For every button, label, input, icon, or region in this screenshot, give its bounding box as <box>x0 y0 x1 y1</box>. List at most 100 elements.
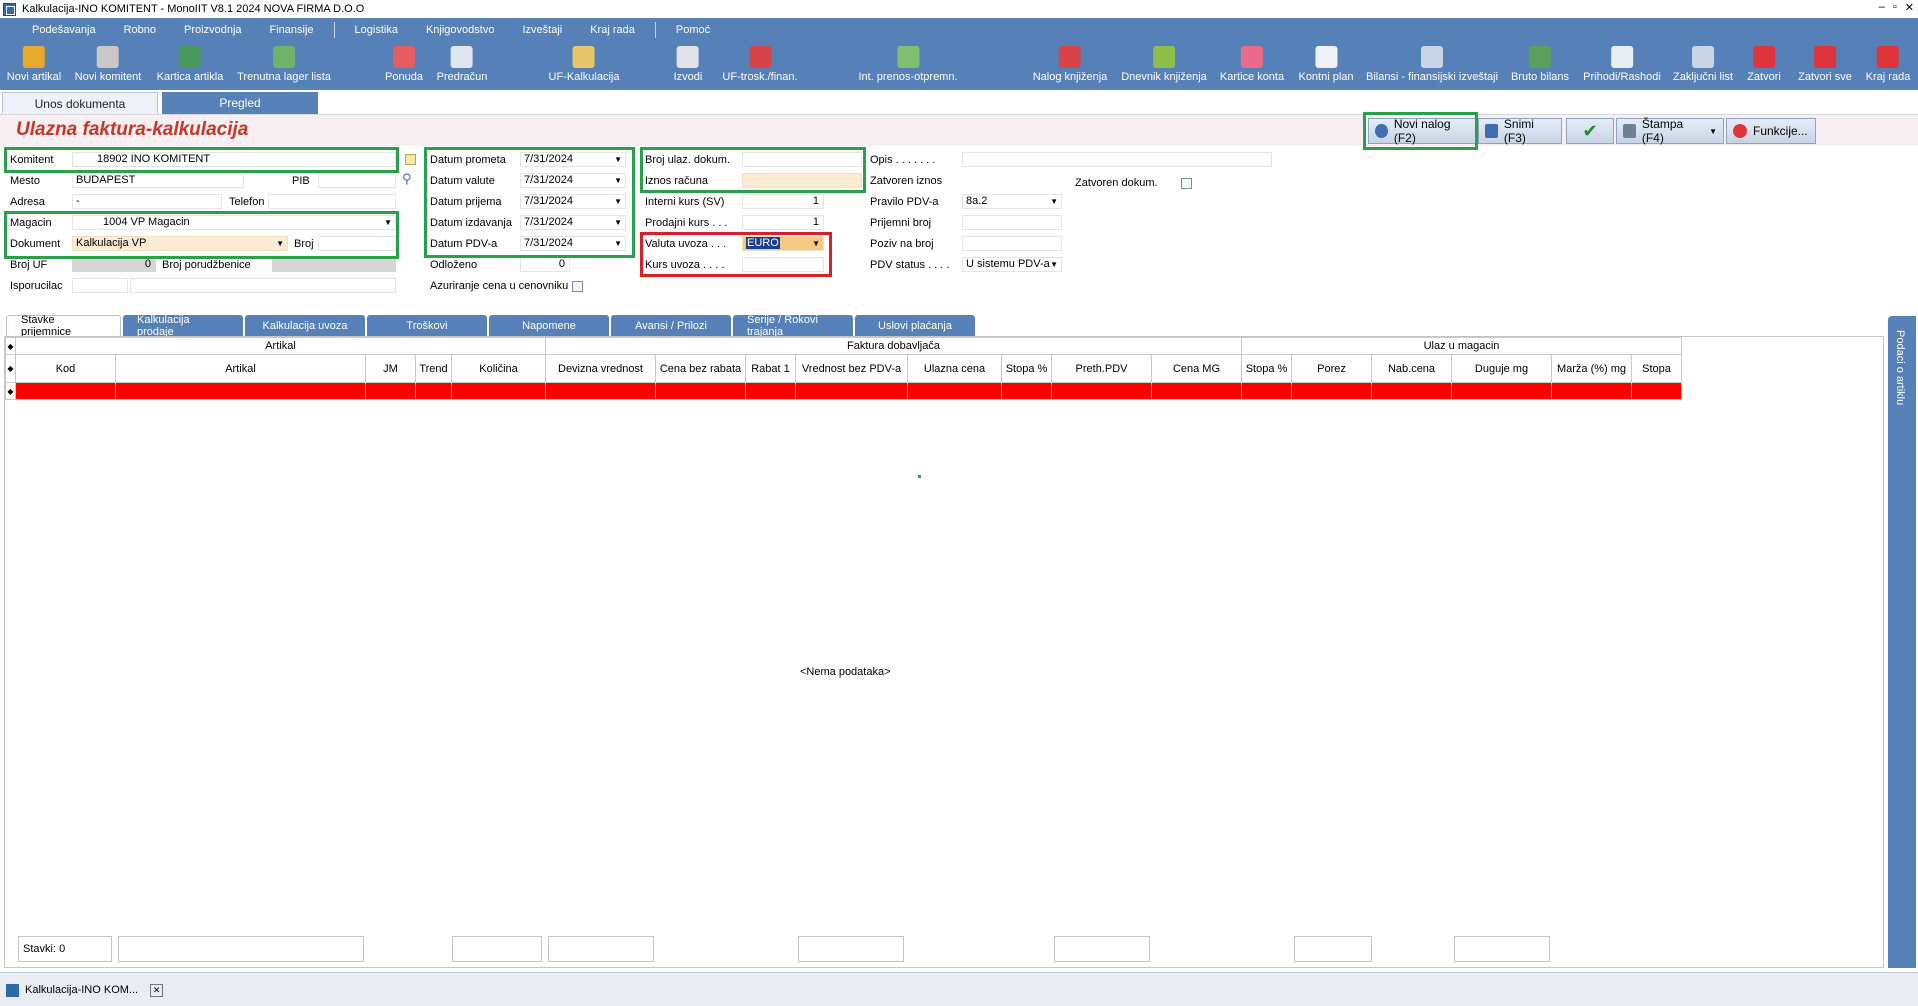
toolbar-new-client[interactable]: Novi komitent <box>75 46 141 83</box>
col-preth-pdv[interactable]: Preth.PDV <box>1051 354 1152 383</box>
col-artikal[interactable]: Artikal <box>115 354 366 383</box>
mesto-field[interactable]: BUDAPEST <box>72 173 244 188</box>
menu-knjigovodstvo[interactable]: Knjigovodstvo <box>412 24 509 36</box>
menu-finansije[interactable]: Finansije <box>256 24 328 36</box>
col-rabat[interactable]: Rabat 1 <box>745 354 796 383</box>
new-item-row[interactable]: ◆ <box>5 382 1682 400</box>
prijemni-broj-field[interactable] <box>962 215 1062 230</box>
dokument-select[interactable]: Kalkulacija VP ▼ <box>72 236 288 251</box>
search-icon[interactable]: ⚲ <box>402 171 412 187</box>
toolbar-exit[interactable]: Kraj rada <box>1866 46 1910 83</box>
toolbar-close-all[interactable]: Zatvori sve <box>1798 46 1852 83</box>
broj-uf-field[interactable]: 0 <box>72 257 156 272</box>
tab-troskovi[interactable]: Troškovi <box>367 315 487 336</box>
col-trend[interactable]: Trend <box>415 354 452 383</box>
valuta-uvoza-select[interactable]: EURO ▼ <box>742 236 824 251</box>
toolbar-proforma[interactable]: Predračun <box>437 46 487 83</box>
isporucilac-name-field[interactable] <box>130 278 396 293</box>
info-icon[interactable] <box>405 154 416 165</box>
pravilo-pdv-select[interactable]: 8a.2 ▼ <box>962 194 1062 209</box>
col-nab-cena[interactable]: Nab.cena <box>1371 354 1452 383</box>
menu-kraj-rada[interactable]: Kraj rada <box>576 24 649 36</box>
tab-napomene[interactable]: Napomene <box>489 315 609 336</box>
toolbar-transfer[interactable]: Int. prenos-otpremn. <box>858 46 958 83</box>
datum-prometa-field[interactable]: 7/31/2024 ▼ <box>520 152 626 167</box>
maximize-button[interactable]: ▫ <box>1893 1 1897 14</box>
tab-overview[interactable]: Pregled <box>162 92 318 114</box>
toolbar-income[interactable]: Prihodi/Rashodi <box>1583 46 1661 83</box>
toolbar-statements[interactable]: Izvodi <box>674 46 702 83</box>
close-tab-icon[interactable]: ✕ <box>150 983 164 997</box>
poziv-field[interactable] <box>962 236 1062 251</box>
datum-pdv-field[interactable]: 7/31/2024 ▼ <box>520 236 626 251</box>
close-window-button[interactable]: ✕ <box>1905 1 1914 14</box>
tab-entry[interactable]: Unos dokumenta <box>2 92 158 114</box>
toolbar-closing-sheet[interactable]: Zaključni list <box>1673 46 1733 83</box>
col-duguje-mg[interactable]: Duguje mg <box>1451 354 1552 383</box>
menu-proizvodnja[interactable]: Proizvodnja <box>170 24 255 36</box>
toolbar-item-card[interactable]: Kartica artikla <box>157 46 223 83</box>
print-button[interactable]: Štampa (F4) ▼ <box>1616 117 1724 145</box>
toolbar-posting[interactable]: Nalog knjiženja <box>1033 46 1107 83</box>
functions-button[interactable]: Funkcije... <box>1726 118 1816 144</box>
azuriranje-checkbox[interactable] <box>572 281 583 292</box>
menu-podesavanja[interactable]: Podešavanja <box>18 24 110 36</box>
toolbar-gross-balance[interactable]: Bruto bilans <box>1511 46 1569 83</box>
odlozeno-field[interactable]: 0 <box>520 257 570 272</box>
interni-kurs-field[interactable]: 1 <box>742 194 824 209</box>
tab-uslovi-placanja[interactable]: Uslovi plaćanja <box>855 315 975 336</box>
zatvoren-dokum-checkbox[interactable] <box>1181 178 1192 189</box>
broj-porudzbenice-field[interactable] <box>272 257 396 272</box>
col-kod[interactable]: Kod <box>15 354 116 383</box>
col-cena-bez-rabata[interactable]: Cena bez rabata <box>655 354 746 383</box>
adresa-field[interactable]: - <box>72 194 222 209</box>
datum-valute-field[interactable]: 7/31/2024 ▼ <box>520 173 626 188</box>
toolbar-balance[interactable]: Bilansi - finansijski izveštaji <box>1366 46 1498 83</box>
col-stopa-1[interactable]: Stopa % <box>1001 354 1052 383</box>
datum-prijema-field[interactable]: 7/31/2024 ▼ <box>520 194 626 209</box>
komitent-field[interactable]: 18902 INO KOMITENT <box>72 152 396 167</box>
broj-ulaz-field[interactable] <box>742 152 862 167</box>
item-details-side-tab[interactable]: Podaci o artiklu <box>1888 316 1916 968</box>
menu-robno[interactable]: Robno <box>110 24 170 36</box>
toolbar-journal[interactable]: Dnevnik knjiženja <box>1121 46 1207 83</box>
magacin-select[interactable]: 1004 VP Magacin ▼ <box>72 215 396 230</box>
confirm-button[interactable]: ✔ <box>1566 118 1614 144</box>
col-stopa-3[interactable]: Stopa <box>1631 354 1682 383</box>
toolbar-chart-of-accounts[interactable]: Kontni plan <box>1298 46 1354 83</box>
col-vrednost-bez-pdv[interactable]: Vrednost bez PDV-a <box>795 354 908 383</box>
minimize-button[interactable]: – <box>1879 1 1885 14</box>
toolbar-close[interactable]: Zatvori <box>1747 46 1781 83</box>
toolbar-offer[interactable]: Ponuda <box>385 46 423 83</box>
isporucilac-field[interactable] <box>72 278 128 293</box>
toolbar-new-item[interactable]: Novi artikal <box>7 46 61 83</box>
save-button[interactable]: Snimi (F3) <box>1478 117 1562 145</box>
tab-stavke[interactable]: Stavke prijemnice <box>6 314 121 338</box>
col-jm[interactable]: JM <box>365 354 416 383</box>
telefon-field[interactable] <box>268 194 396 209</box>
tab-avansi[interactable]: Avansi / Prilozi <box>611 315 731 336</box>
menu-logistika[interactable]: Logistika <box>341 24 412 36</box>
prodajni-kurs-field[interactable]: 1 <box>742 215 824 230</box>
new-order-button[interactable]: Novi nalog (F2) <box>1368 117 1476 145</box>
col-porez[interactable]: Porez <box>1291 354 1372 383</box>
toolbar-account-card[interactable]: Kartice konta <box>1220 46 1284 83</box>
iznos-racuna-field[interactable] <box>742 173 862 188</box>
col-ulazna-cena[interactable]: Ulazna cena <box>907 354 1002 383</box>
pib-field[interactable] <box>318 173 396 188</box>
tab-kalkulacija-uvoza[interactable]: Kalkulacija uvoza <box>245 315 365 336</box>
toolbar-stock-list[interactable]: Trenutna lager lista <box>237 46 331 83</box>
pdv-status-select[interactable]: U sistemu PDV-a ▼ <box>962 257 1062 272</box>
datum-izdavanja-field[interactable]: 7/31/2024 ▼ <box>520 215 626 230</box>
tab-serije[interactable]: Serije / Rokovi trajanja <box>733 314 853 338</box>
col-marza[interactable]: Marža (%) mg <box>1551 354 1632 383</box>
col-devizna-vrednost[interactable]: Devizna vrednost <box>545 354 656 383</box>
tab-kalkulacija-prodaje[interactable]: Kalkulacija prodaje <box>123 314 243 338</box>
col-cena-mg[interactable]: Cena MG <box>1151 354 1242 383</box>
col-stopa-2[interactable]: Stopa % <box>1241 354 1292 383</box>
toolbar-calc[interactable]: UF-Kalkulacija <box>549 46 619 83</box>
opis-field[interactable] <box>962 152 1272 167</box>
kurs-uvoza-field[interactable] <box>742 257 824 272</box>
menu-pomoc[interactable]: Pomoć <box>662 24 724 36</box>
toolbar-expense[interactable]: UF-trosk./finan. <box>722 46 798 83</box>
